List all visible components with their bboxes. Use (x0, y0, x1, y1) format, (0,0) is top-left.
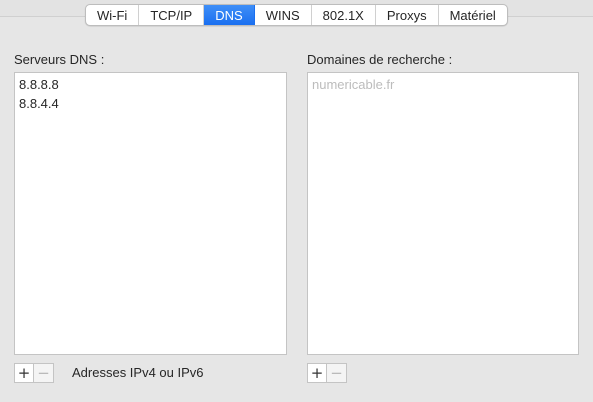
tab-proxys[interactable]: Proxys (376, 5, 439, 25)
settings-tab-bar: Wi-Fi TCP/IP DNS WINS 802.1X Proxys Maté… (85, 4, 508, 26)
dns-servers-list[interactable]: 8.8.8.8 8.8.4.4 (14, 72, 287, 355)
add-search-domain-button[interactable]: + (308, 364, 327, 382)
plus-icon: + (310, 364, 324, 382)
search-domains-label: Domaines de recherche : (307, 52, 453, 67)
list-item[interactable]: 8.8.4.4 (15, 94, 286, 113)
dns-servers-add-remove: + − (14, 363, 54, 383)
tab-wifi[interactable]: Wi-Fi (86, 5, 140, 25)
plus-icon: + (17, 364, 31, 382)
tab-wins[interactable]: WINS (255, 5, 312, 25)
list-item[interactable]: 8.8.8.8 (15, 75, 286, 94)
tab-dns[interactable]: DNS (204, 5, 255, 25)
address-format-hint: Adresses IPv4 ou IPv6 (72, 365, 204, 380)
tab-tcpip[interactable]: TCP/IP (139, 5, 205, 25)
search-domains-list[interactable]: numericable.fr (307, 72, 579, 355)
minus-icon: − (330, 364, 343, 382)
dns-servers-label: Serveurs DNS : (14, 52, 105, 67)
remove-search-domain-button[interactable]: − (327, 364, 346, 382)
minus-icon: − (37, 364, 50, 382)
search-domains-add-remove: + − (307, 363, 347, 383)
search-domains-placeholder: numericable.fr (312, 77, 395, 92)
remove-dns-server-button[interactable]: − (34, 364, 53, 382)
tab-8021x[interactable]: 802.1X (312, 5, 376, 25)
tab-materiel[interactable]: Matériel (439, 5, 507, 25)
add-dns-server-button[interactable]: + (15, 364, 34, 382)
